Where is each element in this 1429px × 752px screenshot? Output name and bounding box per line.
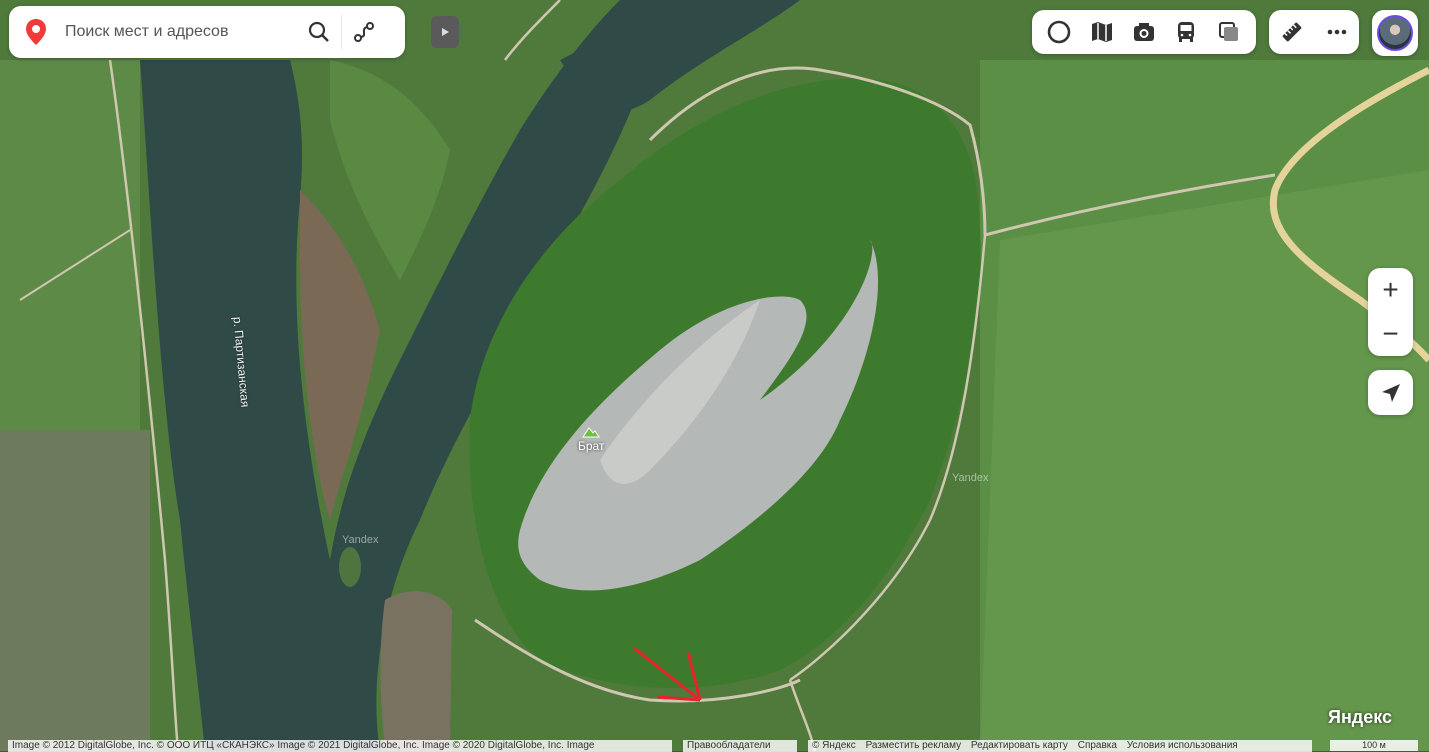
footer-link[interactable]: Редактировать карту bbox=[971, 740, 1068, 751]
locate-me-button[interactable] bbox=[1368, 370, 1413, 415]
camera-icon[interactable] bbox=[1127, 15, 1161, 49]
location-pin-icon bbox=[26, 19, 46, 45]
footer-links: © Яндекс Разместить рекламу Редактироват… bbox=[808, 740, 1312, 752]
footer-link[interactable]: Условия использования bbox=[1127, 740, 1238, 751]
map-book-icon[interactable] bbox=[1085, 15, 1119, 49]
zoom-out-button[interactable]: − bbox=[1368, 312, 1413, 356]
yandex-logo: Яндекс bbox=[1328, 707, 1393, 727]
satellite-map[interactable] bbox=[0, 0, 1429, 751]
watermark: Yandex bbox=[342, 534, 379, 546]
poi-label: Брат bbox=[578, 439, 605, 453]
watermark: Yandex bbox=[952, 472, 989, 484]
bus-icon[interactable] bbox=[1169, 15, 1203, 49]
play-triangle-icon bbox=[442, 28, 449, 36]
route-icon[interactable] bbox=[342, 10, 386, 54]
tools-toolbar bbox=[1269, 10, 1359, 54]
mountain-icon bbox=[582, 427, 601, 438]
layers-toolbar bbox=[1032, 10, 1256, 54]
rights-holders-link[interactable]: Правообладатели bbox=[683, 740, 797, 752]
ruler-icon[interactable] bbox=[1275, 15, 1309, 49]
zoom-in-button[interactable]: + bbox=[1368, 268, 1413, 312]
avatar bbox=[1377, 15, 1413, 51]
search-icon[interactable] bbox=[297, 10, 341, 54]
navigation-arrow-icon bbox=[1381, 383, 1400, 402]
search-input[interactable] bbox=[63, 22, 297, 42]
imagery-attribution: Image © 2012 DigitalGlobe, Inc. © ООО ИТ… bbox=[8, 740, 672, 752]
footer-link[interactable]: Справка bbox=[1078, 740, 1117, 751]
footer-link[interactable]: © Яндекс bbox=[812, 740, 856, 751]
collapse-panel-button[interactable] bbox=[431, 16, 459, 48]
user-profile-button[interactable] bbox=[1372, 10, 1418, 56]
panorama-circle-icon[interactable] bbox=[1042, 15, 1076, 49]
footer-link[interactable]: Разместить рекламу bbox=[866, 740, 962, 751]
search-box bbox=[9, 6, 405, 58]
scale-bar: 100 м bbox=[1330, 740, 1418, 751]
more-dots-icon[interactable] bbox=[1320, 15, 1354, 49]
layers-square-icon[interactable] bbox=[1212, 15, 1246, 49]
zoom-control: + − bbox=[1368, 268, 1413, 356]
poi-marker[interactable]: Брат bbox=[578, 426, 604, 453]
